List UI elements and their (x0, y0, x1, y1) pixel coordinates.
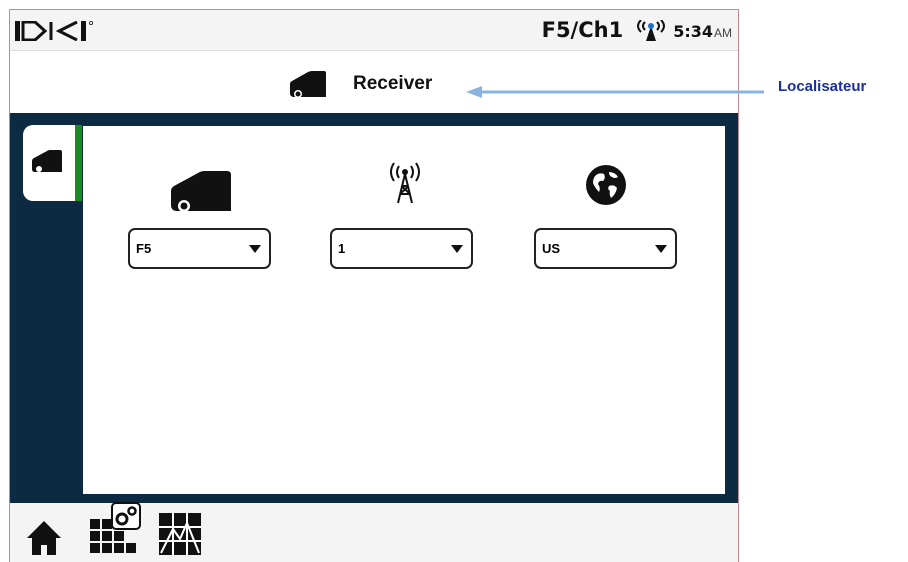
grid-map-icon[interactable] (159, 513, 201, 555)
callout-label: Localisateur (778, 78, 867, 95)
region-select[interactable]: US (534, 228, 677, 269)
sidebar-tab-receiver[interactable] (23, 125, 83, 201)
chevron-down-icon (451, 244, 463, 253)
receiver-model-select[interactable]: F5 (128, 228, 271, 269)
chevron-down-icon (249, 244, 261, 253)
status-bar: F5/Ch1 5:34 AM (10, 10, 738, 51)
status-readout: F5/Ch1 5:34 AM (542, 18, 732, 44)
home-icon[interactable] (26, 520, 62, 556)
region-value: US (542, 241, 561, 256)
bottom-nav-bar (10, 501, 738, 562)
callout-arrow (466, 86, 764, 98)
receiver-model-value: F5 (136, 241, 152, 256)
main-content: F5 1 US (10, 113, 738, 503)
globe-icon (586, 165, 626, 205)
clock-ampm: AM (714, 26, 732, 40)
antenna-tower-icon (390, 162, 420, 204)
antenna-signal-icon (637, 20, 666, 41)
dci-logo (15, 21, 93, 41)
receiver-icon (171, 171, 231, 211)
page-title: Receiver (353, 73, 433, 94)
receiver-icon (32, 150, 62, 172)
settings-grid-icon[interactable] (88, 501, 146, 557)
chevron-down-icon (655, 244, 667, 253)
channel-select[interactable]: 1 (330, 228, 473, 269)
frequency-channel: F5/Ch1 (541, 18, 624, 42)
page-header: Receiver (10, 51, 738, 113)
channel-value: 1 (338, 241, 346, 256)
receiver-icon (290, 71, 326, 97)
receiver-settings-panel: F5 1 US (82, 125, 726, 495)
clock-time: 5:34 (673, 22, 713, 41)
